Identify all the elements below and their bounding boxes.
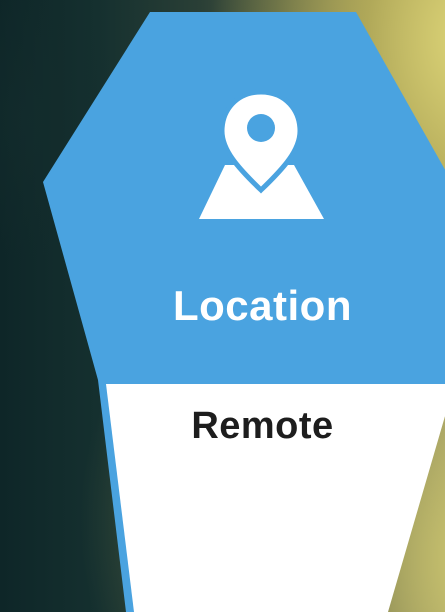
background-photo: Location Remote <box>0 0 445 612</box>
card-title: Location <box>173 282 352 329</box>
card-value: Remote <box>191 405 334 447</box>
